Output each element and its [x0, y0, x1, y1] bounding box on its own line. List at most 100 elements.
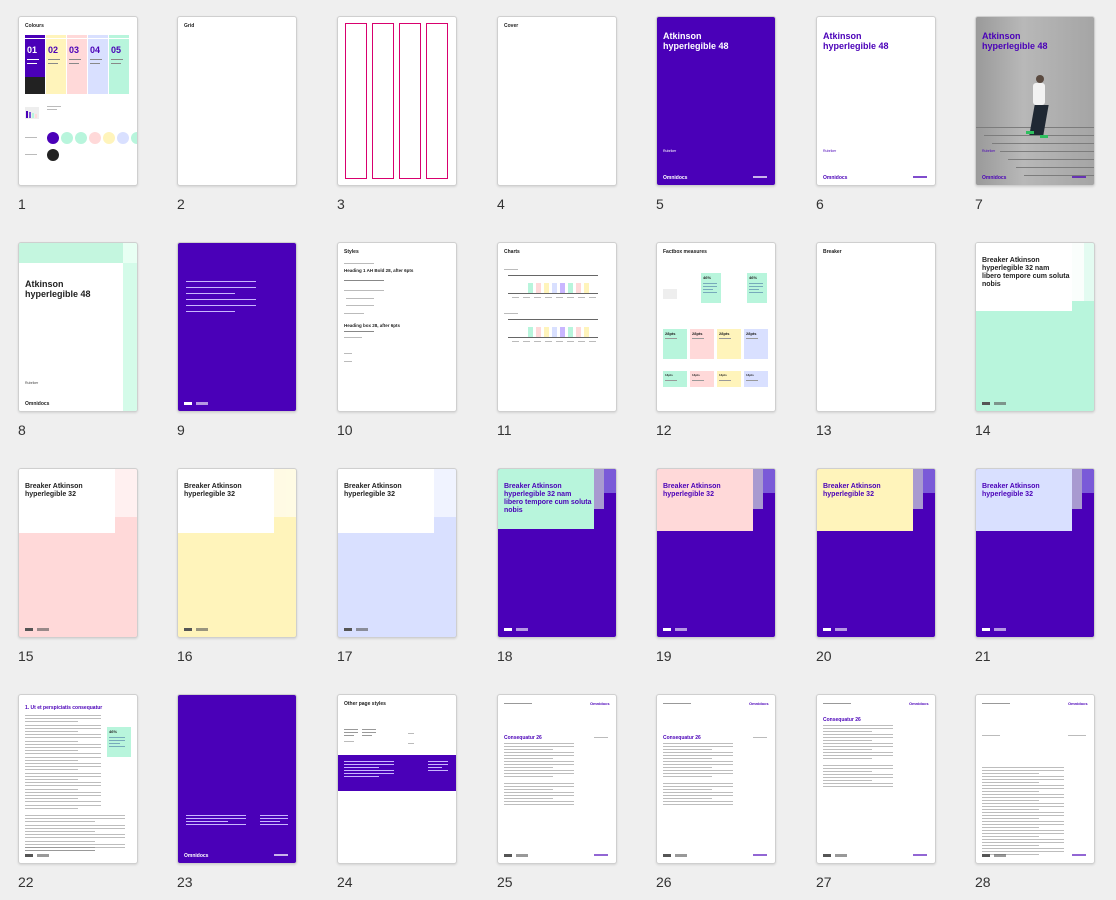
page-thumbnail-4[interactable]: Cover: [497, 16, 617, 186]
text-line: [186, 299, 256, 300]
page-title: Other page styles: [344, 701, 386, 707]
page-thumbnail-3[interactable]: [337, 16, 457, 186]
text-line: [504, 783, 574, 784]
page-thumbnail-16[interactable]: Breaker Atkinson hyperlegible 32: [177, 468, 297, 638]
logo-mark: [274, 854, 288, 856]
logo-mark: [913, 176, 927, 178]
page-thumbnail-17[interactable]: Breaker Atkinson hyperlegible 32: [337, 468, 457, 638]
text-line: [362, 735, 372, 736]
color-bar: [46, 35, 66, 38]
text-line: [982, 767, 1064, 768]
page-thumbnail-1[interactable]: Colours 01 02 03 04 05: [18, 16, 138, 186]
factbox-stat: 46%: [703, 275, 712, 280]
page-thumbnail-25[interactable]: Omnidocs Consequatur 26: [497, 694, 617, 864]
page-title: Grid: [184, 23, 195, 29]
swatch-number: 01: [27, 45, 38, 55]
swatch-number: 02: [48, 45, 59, 55]
text-line: [25, 743, 101, 745]
text-line: [25, 798, 79, 800]
text-line: [109, 737, 125, 738]
tick-label: [589, 341, 596, 342]
text-line: [260, 824, 288, 825]
panel: [274, 469, 286, 517]
text-line: [982, 794, 1064, 795]
swatch-number: 05: [111, 45, 122, 55]
page-thumbnail-18[interactable]: Breaker Atkinson hyperlegible 32 nam lib…: [497, 468, 617, 638]
text-line: [47, 109, 57, 110]
page-thumbnail-10[interactable]: Styles Heading 1 AH Bold 28, after 6pts He…: [337, 242, 457, 412]
logo-mark: [504, 628, 512, 631]
page-thumbnail-23[interactable]: Omnidocs: [177, 694, 297, 864]
page-thumbnail-22[interactable]: 1. Ut et perspiciatis consequatur 46%: [18, 694, 138, 864]
logo-mark: [25, 628, 33, 631]
text-line: [504, 801, 574, 802]
text-line: [25, 766, 101, 768]
page-thumbnail-5[interactable]: Atkinson hyperlegible 48 Rubriker Omnidocs: [656, 16, 776, 186]
text-line: [344, 337, 362, 338]
factbox-size: 14pts: [719, 373, 727, 377]
page-thumbnail-13[interactable]: Breaker: [816, 242, 936, 412]
page-thumbnail-11[interactable]: Charts: [497, 242, 617, 412]
factbox-stat: 46%: [109, 729, 118, 734]
page-thumbnail-20[interactable]: Breaker Atkinson hyperlegible 32: [816, 468, 936, 638]
page-thumbnail-19[interactable]: Breaker Atkinson hyperlegible 32: [656, 468, 776, 638]
page-thumbnail-9[interactable]: [177, 242, 297, 412]
color-bar: [25, 35, 45, 38]
text-line: [753, 737, 767, 738]
text-line: [823, 752, 893, 753]
breaker-heading: Breaker Atkinson hyperlegible 32: [982, 483, 1040, 498]
text-line: [408, 733, 414, 734]
header-text: [823, 703, 851, 704]
page-thumbnail-12[interactable]: Factbox measures 46% 46% 28pts 28pts 28pts 28p…: [656, 242, 776, 412]
panel: [338, 469, 434, 533]
page-thumbnail-15[interactable]: Breaker Atkinson hyperlegible 32: [18, 468, 138, 638]
page-thumbnail-24[interactable]: Other page styles: [337, 694, 457, 864]
color-bar: [88, 35, 108, 38]
grid-column: [426, 23, 448, 179]
text-line: [25, 815, 125, 816]
text-line: [186, 824, 246, 825]
page-thumbnail-14[interactable]: Breaker Atkinson hyperlegible 32 nam lib…: [975, 242, 1095, 412]
factbox-size: 14pts: [746, 373, 754, 377]
page-thumbnail-7[interactable]: Atkinson hyperlegible 48 Rubriker Omnidocs: [975, 16, 1095, 186]
panel: [19, 469, 115, 533]
breaker-heading: Breaker Atkinson hyperlegible 32 nam lib…: [982, 257, 1070, 288]
page-thumbnail-21[interactable]: Breaker Atkinson hyperlegible 32: [975, 468, 1095, 638]
text-line: [48, 63, 58, 64]
text-line: [25, 821, 95, 823]
page-number: 12: [656, 422, 672, 438]
text-line: [25, 788, 79, 790]
page-thumbnail-2[interactable]: Grid: [177, 16, 297, 186]
color-circle: [103, 132, 115, 144]
article-heading: Consequatur 26: [823, 717, 861, 723]
text-line: [982, 776, 1064, 777]
footer-text: [675, 628, 687, 631]
factbox-size: 28pts: [665, 331, 676, 336]
text-line: [25, 779, 79, 780]
text-line: [25, 747, 101, 748]
text-line: [25, 818, 125, 820]
text-line: [25, 804, 101, 806]
page-thumbnail-28[interactable]: Omnidocs: [975, 694, 1095, 864]
page-thumbnail-6[interactable]: Atkinson hyperlegible 48 Rubriker Omnidocs: [816, 16, 936, 186]
tick-label: [567, 341, 574, 342]
footer-text: [196, 628, 208, 631]
text-line: [504, 795, 574, 796]
brand-name: Omnidocs: [663, 175, 688, 181]
page-thumbnail-26[interactable]: Omnidocs Consequatur 26: [656, 694, 776, 864]
logo-mark: [1072, 854, 1086, 856]
text-line: [692, 380, 704, 381]
page-title: Styles: [344, 249, 359, 255]
page-thumbnail-8[interactable]: Atkinson hyperlegible 48 Rubriker Omnidocs: [18, 242, 138, 412]
text-line: [25, 827, 125, 829]
page-number: 17: [337, 648, 353, 664]
chart-bar: [26, 111, 28, 118]
page-thumbnail-27[interactable]: Omnidocs Consequatur 26: [816, 694, 936, 864]
text-line: [344, 313, 364, 314]
text-line: [504, 776, 553, 777]
article-heading: Consequatur 26: [504, 735, 542, 741]
logo-mark: [913, 854, 927, 856]
text-line: [25, 807, 79, 809]
logo-mark: [823, 628, 831, 631]
page-number: 1: [18, 196, 26, 212]
